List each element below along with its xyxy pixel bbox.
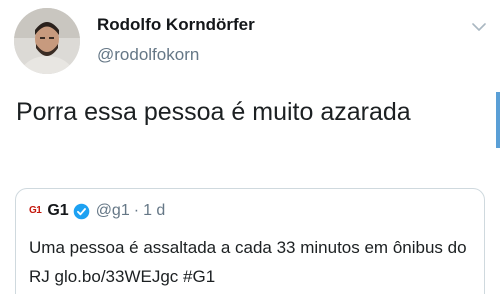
quoted-tweet-card[interactable]: G1 G1 @g1 · 1 d Uma pessoa é assaltada a… — [15, 188, 485, 294]
author-handle[interactable]: @rodolfokorn — [97, 45, 255, 65]
separator-dot: · — [133, 202, 140, 219]
avatar-photo — [14, 8, 80, 74]
author-info[interactable]: Rodolfo Korndörfer @rodolfokorn — [97, 15, 255, 65]
scrollbar[interactable] — [496, 92, 500, 148]
chevron-down-icon[interactable] — [472, 22, 486, 32]
verified-badge-icon — [73, 203, 89, 219]
quoted-tweet-header: G1 G1 @g1 · 1 d — [29, 201, 165, 221]
quoted-author-handle[interactable]: @g1 — [96, 201, 130, 221]
quoted-tweet-text: Uma pessoa é assaltada a cada 33 minutos… — [29, 238, 467, 286]
tweet-text: Porra essa pessoa é muito azarada — [16, 98, 411, 126]
author-display-name[interactable]: Rodolfo Korndörfer — [97, 15, 255, 35]
tweet-card[interactable]: Rodolfo Korndörfer @rodolfokorn Porra es… — [0, 0, 500, 294]
avatar[interactable] — [14, 8, 80, 74]
quoted-tweet-timestamp[interactable]: 1 d — [143, 201, 165, 221]
g1-logo: G1 — [29, 205, 42, 216]
quoted-author-name[interactable]: G1 — [47, 201, 68, 221]
